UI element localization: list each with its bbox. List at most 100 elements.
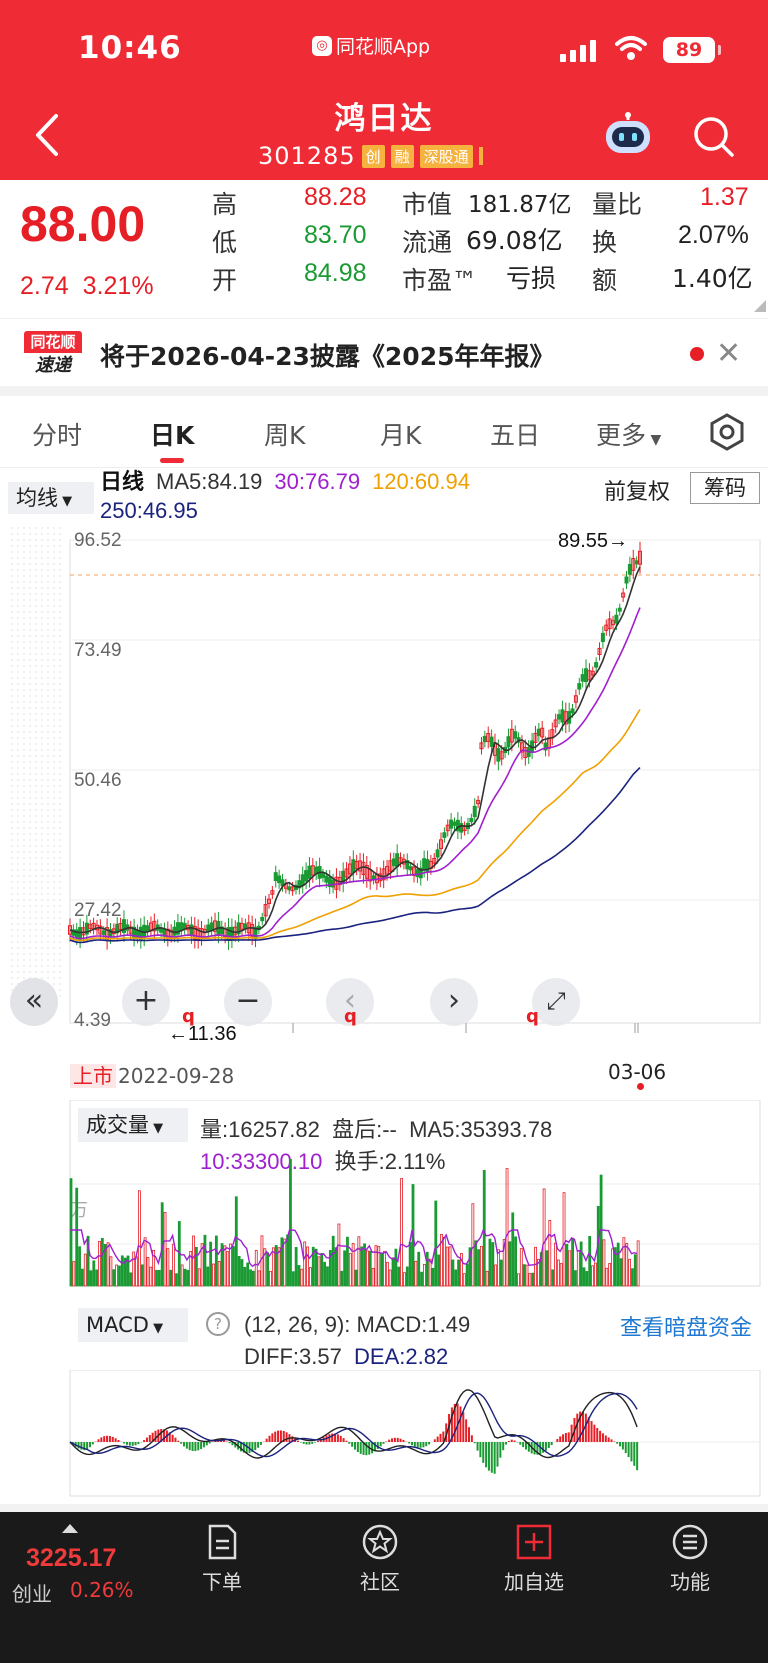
volume-bar xyxy=(223,1245,227,1287)
depth-dot xyxy=(47,965,49,967)
volume-bar xyxy=(246,1262,250,1287)
candle-body xyxy=(287,886,292,891)
marker-q-2[interactable]: q xyxy=(344,1006,357,1027)
last-price: 88.00 xyxy=(20,196,146,252)
nav-add-watchlist[interactable]: 加自选 xyxy=(484,1522,584,1595)
depth-dot xyxy=(53,893,55,895)
tab-monthly-k[interactable]: 月K xyxy=(380,416,421,452)
depth-dot xyxy=(29,707,31,709)
macd-selector[interactable]: MACD ▼ xyxy=(78,1308,188,1342)
volume-bar xyxy=(445,1246,449,1287)
candle-body xyxy=(489,736,494,747)
adjust-mode[interactable]: 前复权 xyxy=(604,474,670,506)
depth-dot xyxy=(35,617,37,619)
volume-bar xyxy=(397,1266,401,1287)
next-arrow-icon[interactable]: › xyxy=(430,978,478,1026)
depth-dot xyxy=(47,575,49,577)
volume-bar xyxy=(488,1238,492,1287)
zoom-in-icon[interactable]: + xyxy=(122,978,170,1026)
depth-dot xyxy=(41,599,43,601)
depth-dot xyxy=(29,773,31,775)
nav-community[interactable]: 社区 xyxy=(330,1522,430,1595)
depth-dot xyxy=(41,575,43,577)
zoom-out-icon[interactable]: − xyxy=(224,978,272,1026)
expand-corner-icon[interactable] xyxy=(754,300,766,312)
tab-more-label: 更多 xyxy=(596,421,647,450)
depth-dot xyxy=(11,551,13,553)
nav-order[interactable]: 下单 xyxy=(172,1522,272,1595)
depth-dot xyxy=(41,677,43,679)
volume-bar xyxy=(545,1250,549,1287)
depth-dot xyxy=(23,911,25,913)
search-icon[interactable] xyxy=(692,115,736,159)
candle-body xyxy=(209,922,214,931)
volume-bar xyxy=(505,1168,509,1287)
fullscreen-icon[interactable]: ⤢ xyxy=(532,978,580,1026)
depth-dot xyxy=(41,659,43,661)
depth-dot xyxy=(47,719,49,721)
depth-dot xyxy=(23,563,25,565)
depth-dot xyxy=(35,743,37,745)
depth-dot xyxy=(23,815,25,817)
candle-body xyxy=(422,858,427,870)
volume-bar xyxy=(428,1258,432,1287)
depth-dot xyxy=(23,779,25,781)
volume-bar xyxy=(548,1220,552,1287)
depth-dot xyxy=(23,611,25,613)
depth-dot xyxy=(41,611,43,613)
settings-hexagon-icon[interactable] xyxy=(707,412,747,452)
volume-bar xyxy=(163,1211,167,1287)
candle-body xyxy=(121,919,126,934)
depth-dot xyxy=(59,563,61,565)
depth-dot xyxy=(47,629,49,631)
depth-dot xyxy=(35,869,37,871)
marker-q-1[interactable]: q xyxy=(182,1006,195,1027)
nav-functions[interactable]: 功能 xyxy=(640,1522,740,1595)
tab-intraday[interactable]: 分时 xyxy=(32,416,82,452)
depth-dot xyxy=(59,965,61,967)
depth-dot xyxy=(41,953,43,955)
depth-dot xyxy=(17,773,19,775)
tab-daily-k[interactable]: 日K xyxy=(150,416,194,452)
depth-dot xyxy=(17,539,19,541)
marker-q-3[interactable]: q xyxy=(526,1006,539,1027)
depth-dot xyxy=(29,959,31,961)
depth-dot xyxy=(35,875,37,877)
volume-bar xyxy=(363,1243,366,1287)
volume-bar xyxy=(425,1251,429,1287)
collapse-left-icon[interactable]: « xyxy=(10,978,58,1026)
index-name: 创业 xyxy=(12,1582,52,1606)
depth-dot xyxy=(35,881,37,883)
depth-dot xyxy=(47,683,49,685)
depth-dot xyxy=(53,791,55,793)
volume-bar xyxy=(542,1188,546,1287)
depth-dot xyxy=(11,923,13,925)
depth-dot xyxy=(41,581,43,583)
volume-bar xyxy=(579,1241,583,1287)
depth-dot xyxy=(53,731,55,733)
depth-dot xyxy=(29,527,31,529)
chips-button[interactable]: 筹码 xyxy=(690,472,760,504)
robot-assistant-icon[interactable] xyxy=(602,112,654,156)
candle-body xyxy=(577,683,582,690)
volume-chart[interactable] xyxy=(0,1100,768,1290)
notice-bar[interactable]: 同花顺 速递 将于2026-04-23披露《2025年年报》 xyxy=(0,318,768,386)
status-time: 10:46 xyxy=(78,30,182,66)
depth-dot xyxy=(47,611,49,613)
depth-dot xyxy=(17,911,19,913)
depth-dot xyxy=(47,779,49,781)
dark-pool-link[interactable]: 查看暗盘资金 xyxy=(620,1310,752,1342)
help-icon[interactable]: ? xyxy=(206,1312,230,1336)
tab-more[interactable]: 更多 ▼ xyxy=(596,416,661,452)
ma-selector[interactable]: 均线 ▼ xyxy=(8,482,94,514)
volume-bar xyxy=(508,1241,512,1287)
tab-five-day[interactable]: 五日 xyxy=(490,416,540,452)
macd-chart[interactable] xyxy=(0,1370,768,1500)
close-icon[interactable]: ✕ xyxy=(716,336,741,371)
index-value[interactable]: 3225.17 xyxy=(26,1544,116,1573)
tab-weekly-k[interactable]: 周K xyxy=(264,416,305,452)
depth-dot xyxy=(53,569,55,571)
depth-dot xyxy=(35,905,37,907)
depth-dot xyxy=(17,719,19,721)
depth-dot xyxy=(41,845,43,847)
